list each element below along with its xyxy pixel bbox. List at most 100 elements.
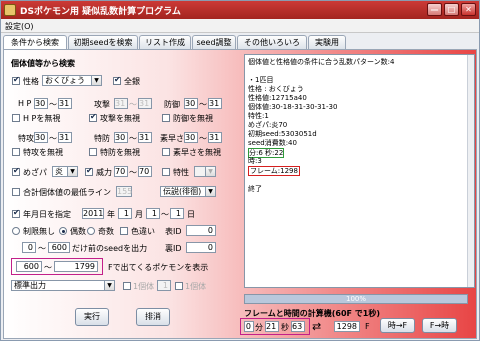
attack-ignore-checkbox[interactable] [89, 112, 97, 122]
sp-attack-ignore-label: 特攻を無視 [23, 148, 63, 157]
window-title: DSポケモン用 疑似乱数計算プログラム [20, 7, 181, 17]
month-unit: 月 [135, 210, 143, 219]
extra-option-checkbox[interactable] [175, 282, 183, 290]
time-to-frame-button[interactable]: 時→F [380, 318, 415, 333]
even-radio[interactable] [59, 227, 67, 235]
result-line: ・1匹目 [248, 76, 274, 84]
hidden-id-field[interactable]: 0 [186, 242, 216, 253]
speed-label: 素早さ [160, 134, 184, 143]
defense-min-field[interactable]: 30 [184, 98, 198, 109]
tab-list-creation[interactable]: リスト作成 [139, 35, 191, 49]
trait-label: 特性 [173, 168, 189, 177]
sp-defense-max-field[interactable]: 31 [138, 132, 152, 143]
month-field[interactable]: 1 [118, 208, 132, 219]
day-to-field[interactable]: 1 [170, 208, 184, 219]
tab-initial-seed-search[interactable]: 初期seedを検索 [68, 35, 138, 49]
table-id-field[interactable]: 0 [186, 225, 216, 236]
day-from-field[interactable]: 1 [146, 208, 160, 219]
hp-max-field[interactable]: 31 [58, 98, 72, 109]
frame-to-time-button[interactable]: F→時 [422, 318, 457, 333]
shiny-checkbox[interactable] [120, 227, 128, 235]
legend-select[interactable]: 伝説(徘徊) ▼ [160, 186, 216, 197]
tab-seed-adjust[interactable]: seed調整 [192, 35, 236, 49]
sp-defense-min-field[interactable]: 30 [114, 132, 128, 143]
shiny-label: 色違い [131, 227, 155, 236]
attack-min-field[interactable]: 31 [114, 98, 128, 109]
hours-field[interactable]: 0 [244, 321, 254, 332]
frame-from-field[interactable]: 600 [16, 261, 42, 272]
all-silver-checkbox[interactable] [113, 75, 121, 85]
result-line: 特性:1 [248, 112, 269, 120]
progress-label: 100% [345, 295, 366, 303]
seed-offset-from-field[interactable]: 0 [22, 242, 36, 253]
defense-range-sep: ～ [199, 100, 207, 109]
seed-offset-to-field[interactable]: 600 [48, 242, 70, 253]
nature-select[interactable]: おくびょう ▼ [42, 75, 102, 86]
year-field[interactable]: 2011 [82, 208, 104, 219]
odd-radio[interactable] [87, 227, 95, 235]
execute-button[interactable]: 実行 [75, 308, 109, 326]
iv-total-checkbox[interactable] [12, 188, 20, 196]
results-output[interactable]: 個体値と性格値の条件に合う乱数パターン数:4 ・1匹目 性格 : おくびょう 性… [244, 54, 475, 288]
table-id-label: 表ID [165, 227, 182, 236]
panel-heading: 個体値等から検索 [11, 59, 75, 68]
seconds-field[interactable]: 63 [291, 321, 305, 332]
title-bar: DSポケモン用 疑似乱数計算プログラム — □ ✕ [1, 1, 479, 19]
extra-option-label: 1個体 [185, 282, 207, 291]
result-line-frame-highlight: フレーム:1298 [248, 166, 300, 176]
output-mode-select[interactable]: 標準出力 ▼ [11, 280, 115, 291]
menu-bar: 設定(O) [1, 19, 479, 33]
menu-settings[interactable]: 設定(O) [5, 21, 34, 32]
attack-max-field[interactable]: 31 [138, 98, 152, 109]
hp-min-field[interactable]: 30 [34, 98, 48, 109]
frames-field[interactable]: 1298 [334, 321, 360, 332]
chain-checkbox[interactable] [123, 282, 131, 290]
close-button[interactable]: ✕ [461, 3, 476, 16]
hidden-power-type-select[interactable]: 炎 ▼ [52, 166, 78, 177]
speed-ignore-label: 素早さを無視 [173, 148, 221, 157]
tab-search-by-conditions[interactable]: 条件から検索 [3, 35, 67, 50]
trait-select[interactable]: ▼ [194, 166, 216, 177]
maximize-button[interactable]: □ [444, 3, 459, 16]
hidden-power-type-value: 炎 [55, 167, 63, 176]
result-line: 性格値:12715a40 [248, 94, 307, 102]
no-limit-label: 制限無し [23, 227, 55, 236]
result-line: 個体値:30-18-31-30-31-30 [248, 103, 338, 111]
odd-label: 奇数 [98, 227, 114, 236]
minutes-field[interactable]: 21 [265, 321, 279, 332]
nature-checkbox[interactable] [12, 75, 20, 85]
defense-label: 防御 [164, 100, 180, 109]
speed-min-field[interactable]: 30 [184, 132, 198, 143]
sp-attack-ignore-checkbox[interactable] [12, 148, 20, 156]
no-limit-radio[interactable] [12, 227, 20, 235]
minimize-button[interactable]: — [427, 3, 442, 16]
frame-range-sep: ～ [44, 263, 52, 272]
tab-experimental[interactable]: 実験用 [308, 35, 346, 49]
tab-misc[interactable]: その他いろいろ [237, 35, 307, 49]
date-checkbox[interactable] [12, 208, 20, 218]
power-min-field[interactable]: 70 [114, 166, 128, 177]
frame-to-field[interactable]: 1799 [54, 261, 98, 272]
power-checkbox[interactable] [85, 166, 93, 176]
chain-label: 1個体 [133, 282, 155, 291]
seed-offset-desc: だけ前のseedを出力 [72, 244, 148, 253]
speed-max-field[interactable]: 31 [208, 132, 222, 143]
sp-attack-max-field[interactable]: 31 [58, 132, 72, 143]
hp-label: H P [18, 99, 32, 108]
chevron-down-icon: ▼ [67, 167, 77, 176]
power-max-field[interactable]: 70 [138, 166, 152, 177]
sp-defense-ignore-checkbox[interactable] [89, 148, 97, 156]
defense-max-field[interactable]: 31 [208, 98, 222, 109]
speed-ignore-checkbox[interactable] [162, 148, 170, 156]
trait-checkbox[interactable] [162, 168, 170, 176]
sp-attack-min-field[interactable]: 30 [34, 132, 48, 143]
speed-range-sep: ～ [199, 134, 207, 143]
hidden-power-checkbox[interactable] [12, 166, 20, 176]
defense-ignore-label: 防御を無視 [173, 114, 213, 123]
iv-total-field[interactable]: 155 [116, 186, 132, 197]
chain-field[interactable]: 1 [157, 280, 171, 291]
defense-ignore-checkbox[interactable] [162, 114, 170, 122]
cancel-button[interactable]: 排消 [136, 308, 170, 326]
hp-ignore-checkbox[interactable] [12, 114, 20, 122]
results-scrollbar[interactable] [467, 55, 474, 287]
